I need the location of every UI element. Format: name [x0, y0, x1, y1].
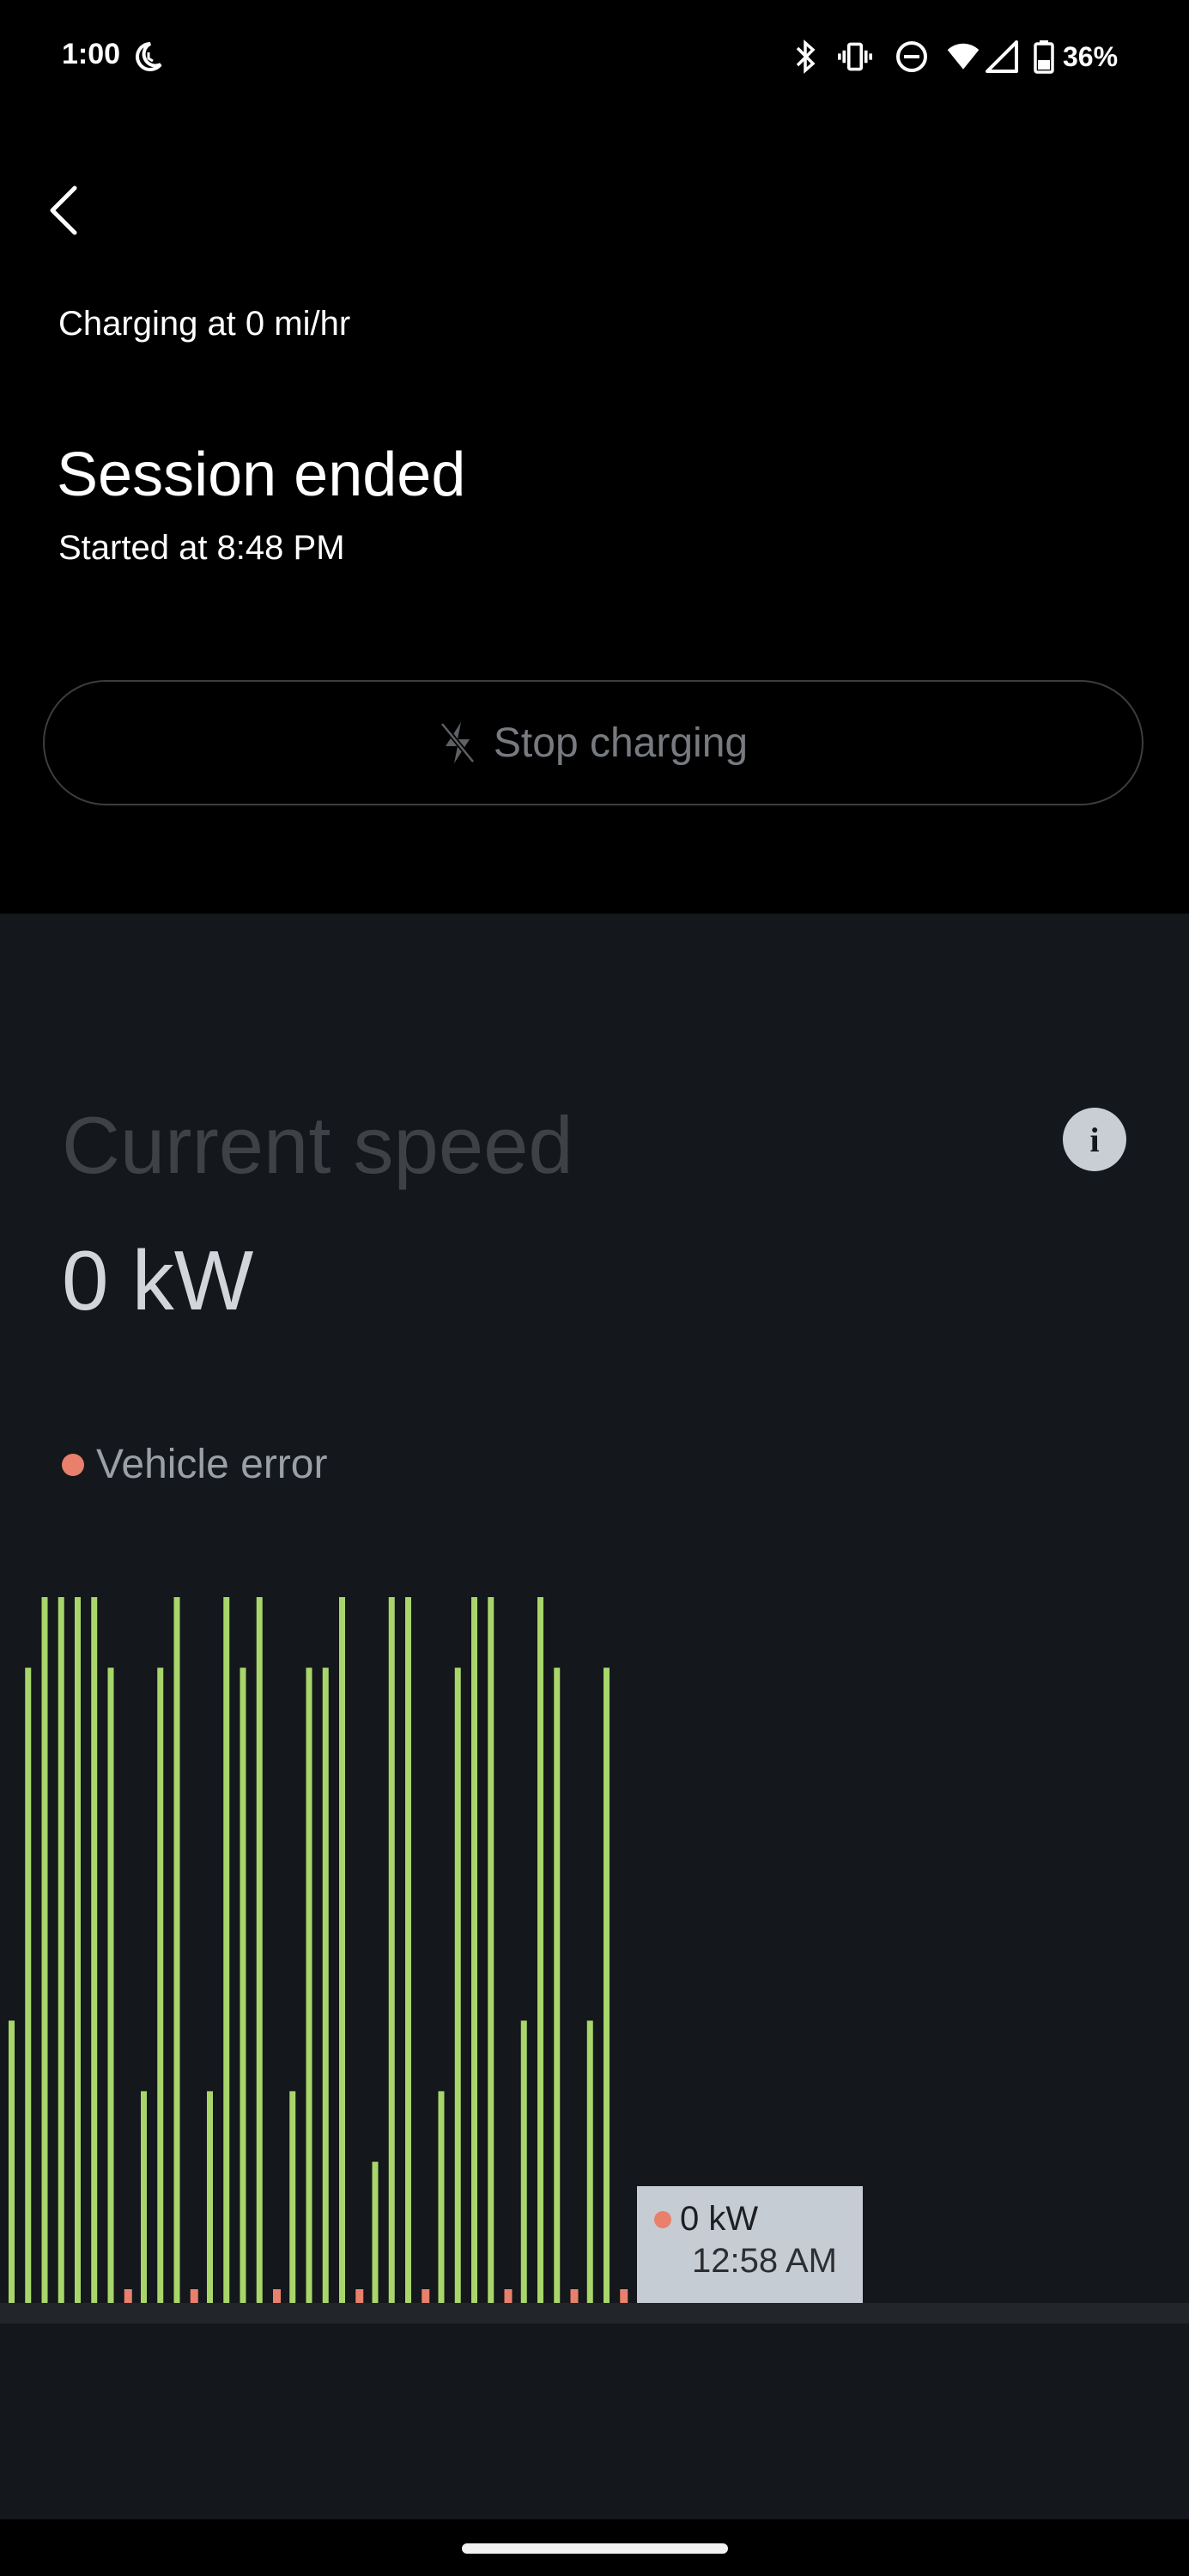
chart-bar [240, 1668, 246, 2303]
chart-bar [223, 1597, 230, 2303]
bluetooth-icon [788, 39, 822, 74]
chart-error-mark [620, 2289, 628, 2303]
chart-bar [9, 2020, 15, 2303]
chart-bar [488, 1597, 494, 2303]
chart-bar [207, 2091, 213, 2303]
charging-rate: Charging at 0 mi/hr [58, 305, 351, 343]
signal-icon [986, 39, 1020, 74]
info-icon: i [1089, 1120, 1100, 1159]
session-subtitle: Started at 8:48 PM [58, 529, 345, 567]
chart-bar [454, 1668, 461, 2303]
info-button[interactable]: i [1063, 1108, 1126, 1171]
chart-bar [58, 1597, 64, 2303]
current-speed-value: 0 kW [62, 1233, 254, 1327]
chart-bar [173, 1597, 180, 2303]
moon-clock-icon [130, 39, 165, 74]
chart-error-mark [190, 2289, 198, 2303]
chart-error-mark [273, 2289, 281, 2303]
chart-bar [554, 1668, 561, 2303]
chart-bar [520, 2020, 527, 2303]
chevron-left-icon [50, 185, 77, 235]
vibrate-icon [838, 39, 872, 74]
back-button[interactable] [34, 176, 94, 245]
chart-bar [256, 1597, 263, 2303]
tooltip-time: 12:58 AM [692, 2242, 838, 2280]
battery-percent: 36% [1063, 41, 1119, 72]
no-charge-bolt-icon [440, 722, 476, 763]
chart-bar [405, 1597, 411, 2303]
chart-error-mark [124, 2289, 132, 2303]
chart-bar [586, 2020, 593, 2303]
chart-bar [141, 2091, 147, 2303]
status-time: 1:00 [62, 38, 121, 70]
legend-label: Vehicle error [96, 1442, 328, 1487]
chart-error-mark [570, 2289, 579, 2303]
current-speed-title: Current speed [62, 1100, 573, 1190]
chart-bar [289, 2091, 296, 2303]
chart-bar [372, 2161, 379, 2303]
chart-bar [75, 1597, 81, 2303]
chart-bar [91, 1597, 98, 2303]
home-indicator[interactable] [462, 2543, 728, 2554]
charging-speed-chart[interactable] [0, 1546, 1189, 2336]
chart-bar [107, 1668, 114, 2303]
stop-charging-button[interactable]: Stop charging [43, 680, 1144, 805]
chart-bar [471, 1597, 477, 2303]
tooltip-dot [654, 2210, 671, 2228]
status-bar: 1:00 36% [0, 0, 1189, 120]
chart-bar [537, 1597, 543, 2303]
chart-bar [438, 2091, 445, 2303]
chart-error-mark [422, 2289, 430, 2303]
legend: Vehicle error [62, 1441, 327, 1488]
chart-error-mark [504, 2289, 513, 2303]
chart-bar [604, 1668, 610, 2303]
chart-bar [157, 1668, 164, 2303]
chart-bar [322, 1668, 329, 2303]
chart-bar [306, 1668, 312, 2303]
session-title: Session ended [57, 440, 466, 509]
tooltip-value: 0 kW [680, 2200, 759, 2238]
chart-baseline [0, 2303, 1189, 2324]
stop-charging-label: Stop charging [493, 720, 749, 766]
chart-bar [41, 1597, 48, 2303]
battery-icon [1027, 39, 1061, 74]
chart-bar [388, 1597, 395, 2303]
chart-error-mark [355, 2289, 364, 2303]
legend-error-dot [62, 1453, 84, 1476]
chart-bar [339, 1597, 345, 2303]
wifi-icon [946, 39, 980, 74]
do-not-disturb-icon [895, 39, 929, 74]
chart-tooltip: 0 kW 12:58 AM [637, 2186, 863, 2303]
chart-bar [25, 1668, 32, 2303]
